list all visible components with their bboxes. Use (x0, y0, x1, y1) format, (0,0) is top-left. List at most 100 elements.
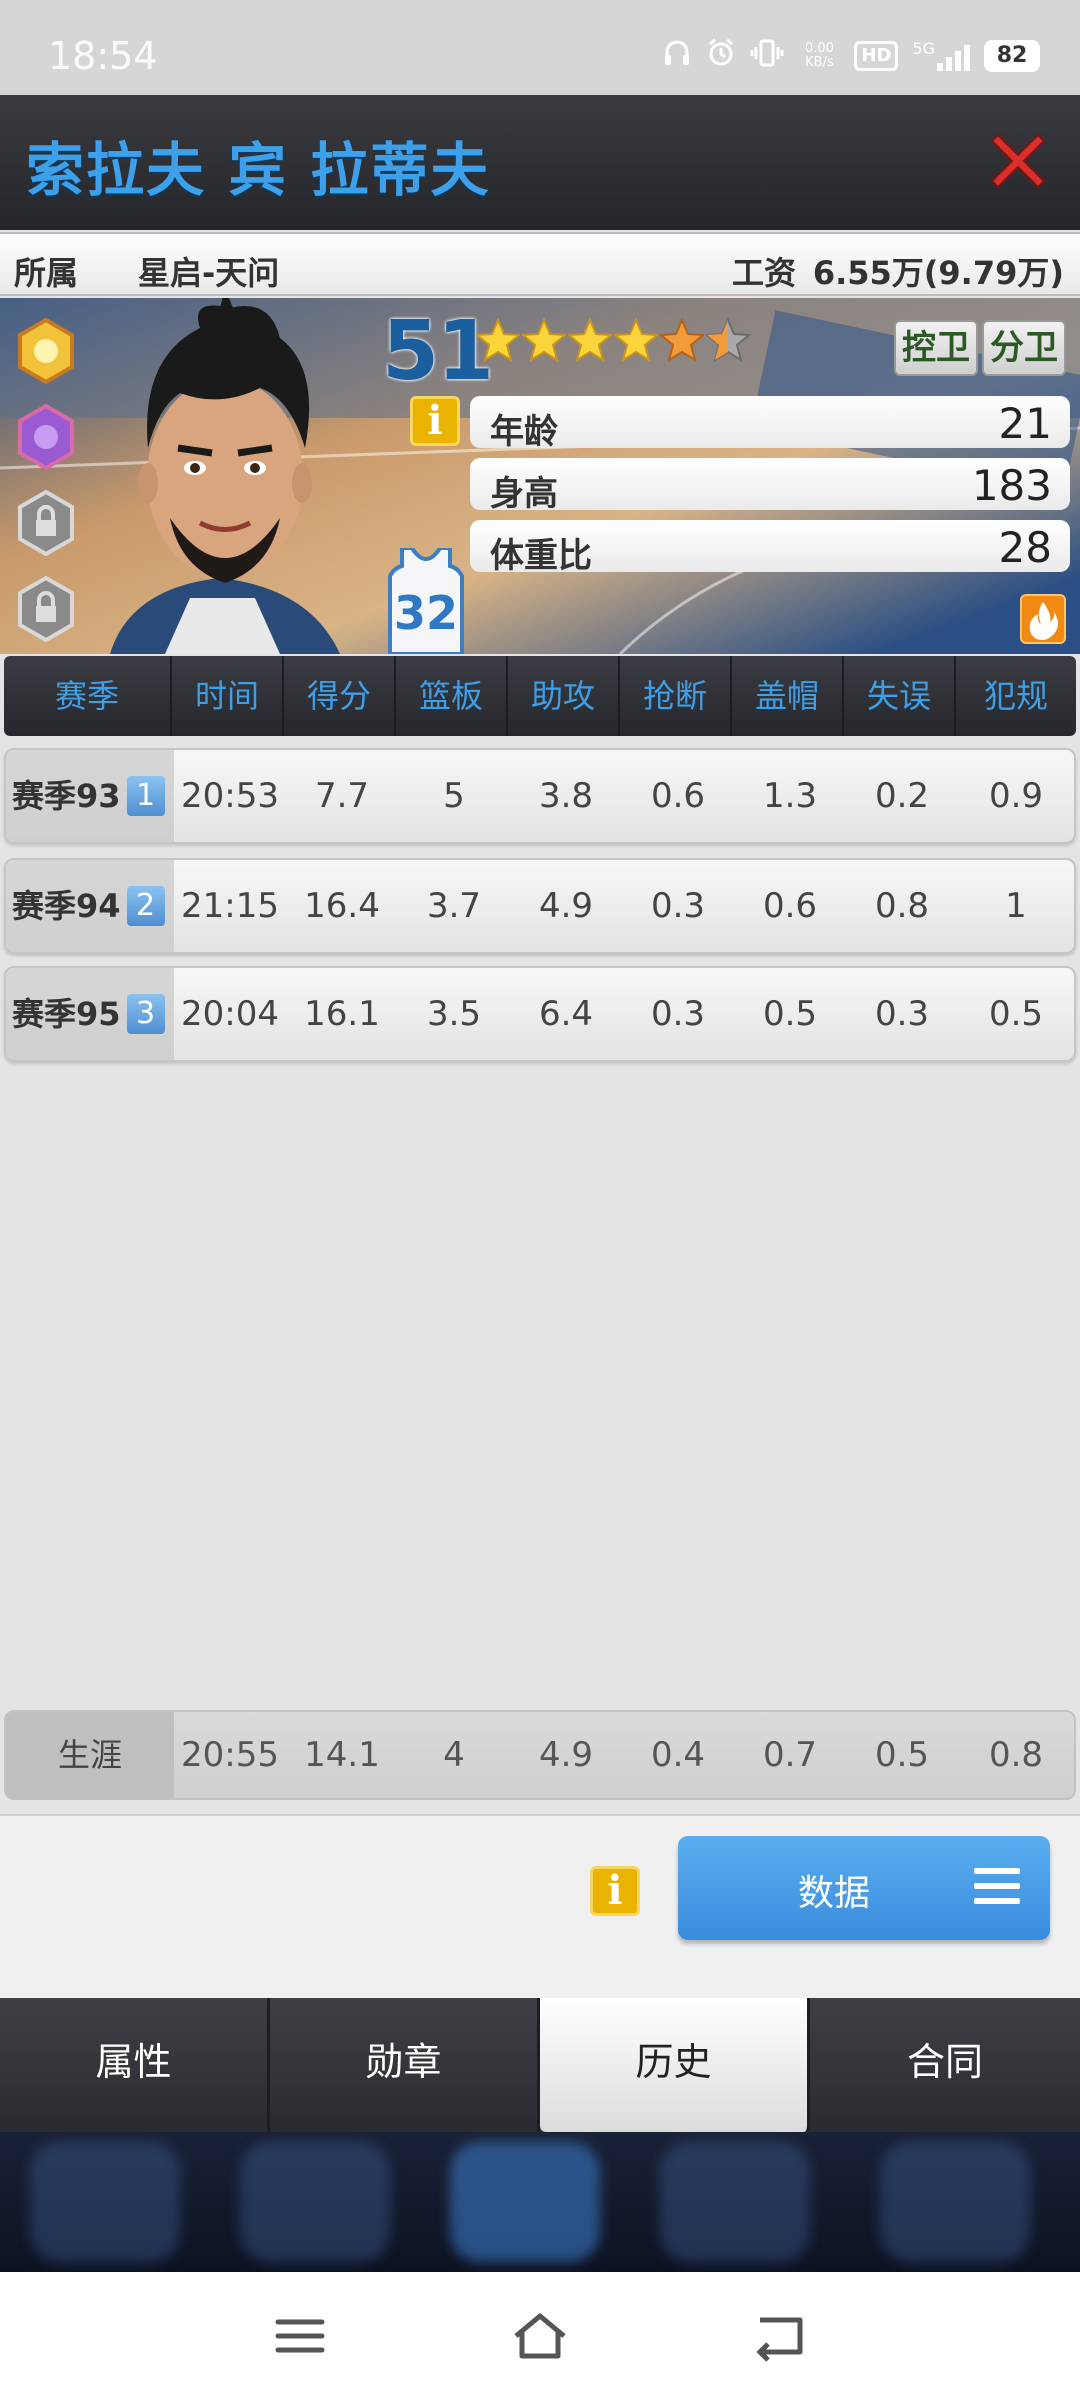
player-name: 索拉夫 宾 拉蒂夫 (26, 136, 491, 204)
stat-cell: 0.8 (874, 886, 930, 926)
star-icon (476, 318, 520, 362)
salary-label: 工资 (732, 254, 797, 292)
jersey-number: 32 (393, 586, 458, 640)
stat-cell: 7.7 (314, 776, 370, 816)
star-rating (476, 318, 750, 362)
star-icon (614, 318, 658, 362)
career-stat: 20:55 (181, 1735, 279, 1775)
stat-cell: 0.3 (650, 886, 706, 926)
close-button[interactable] (982, 125, 1054, 197)
badge-locked-icon[interactable] (16, 576, 76, 642)
tab-history[interactable]: 历史 (540, 1998, 810, 2132)
season-row[interactable]: 赛季93 1 20:53 7.7 5 3.8 0.6 1.3 0.2 0.9 (4, 748, 1076, 844)
stat-cell: 1 (1005, 886, 1027, 926)
info-icon[interactable]: i (410, 396, 460, 446)
attribute-height: 身高 183 (470, 458, 1070, 514)
tab-contract[interactable]: 合同 (810, 1998, 1080, 2132)
column-header[interactable]: 助攻 (508, 656, 620, 736)
headphones-icon (662, 38, 692, 74)
season-row[interactable]: 赛季95 3 20:04 16.1 3.5 6.4 0.3 0.5 0.3 0.5 (4, 966, 1076, 1062)
status-time: 18:54 (48, 34, 158, 78)
data-button[interactable]: 数据 (678, 1836, 1050, 1940)
stat-cell: 0.5 (762, 994, 818, 1034)
tab-medals[interactable]: 勋章 (270, 1998, 540, 2132)
status-icons: 0.00 KB/s HD 5G 82 (662, 38, 1040, 74)
attribute-value: 28 (998, 523, 1052, 572)
rank-badge: 3 (126, 994, 165, 1034)
stat-cell: 0.3 (650, 994, 706, 1034)
vibrate-icon (750, 38, 784, 74)
column-header[interactable]: 时间 (172, 656, 284, 736)
attribute-label: 年龄 (490, 412, 558, 452)
column-header[interactable]: 抢断 (620, 656, 732, 736)
badge-locked-icon[interactable] (16, 490, 76, 556)
season-row[interactable]: 赛季94 2 21:15 16.4 3.7 4.9 0.3 0.6 0.8 1 (4, 858, 1076, 954)
position-badge-sg: 分卫 (982, 320, 1066, 376)
rank-badge: 1 (126, 776, 165, 816)
attribute-age: 年龄 21 (470, 396, 1070, 452)
player-card: 51 控卫 分卫 i 年龄 21 身高 183 体重比 28 32 (0, 298, 1080, 654)
stats-header: 赛季 时间 得分 篮板 助攻 抢断 盖帽 失误 犯规 (4, 656, 1076, 736)
rank-badge: 2 (126, 886, 165, 926)
star-icon (568, 318, 612, 362)
badge-gold-icon[interactable] (16, 318, 76, 384)
alarm-icon (706, 38, 736, 74)
column-header[interactable]: 犯规 (956, 656, 1076, 736)
close-icon (990, 133, 1046, 189)
column-header[interactable]: 篮板 (396, 656, 508, 736)
badge-purple-icon[interactable] (16, 404, 76, 470)
season-label: 赛季95 (12, 995, 121, 1033)
attribute-label: 身高 (490, 474, 558, 514)
stat-cell: 20:53 (181, 776, 279, 816)
player-avatar (110, 298, 340, 654)
column-header[interactable]: 得分 (284, 656, 396, 736)
season-cell: 赛季94 2 (6, 860, 174, 952)
status-bar: 18:54 0.00 KB/s HD 5G 82 (0, 0, 1080, 95)
background-menu-blur (0, 2132, 1080, 2272)
season-label: 赛季93 (12, 777, 121, 815)
column-header[interactable]: 赛季 (4, 656, 172, 736)
column-header[interactable]: 失误 (844, 656, 956, 736)
stat-cell: 0.2 (874, 776, 930, 816)
stat-cell: 16.4 (304, 886, 380, 926)
career-stat: 0.7 (762, 1735, 818, 1775)
team-value: 星启-天问 (138, 254, 280, 292)
jersey-icon: 32 (388, 546, 464, 654)
stat-cell: 4.9 (538, 886, 594, 926)
system-nav-bar (0, 2272, 1080, 2400)
data-button-label: 数据 (798, 1873, 871, 1914)
career-stat: 0.8 (988, 1735, 1044, 1775)
stat-cell: 0.6 (762, 886, 818, 926)
stat-cell: 20:04 (181, 994, 279, 1034)
attribute-weight-ratio: 体重比 28 (470, 520, 1070, 576)
stat-cell: 0.6 (650, 776, 706, 816)
career-label: 生涯 (6, 1712, 174, 1798)
star-icon (522, 318, 566, 362)
stat-cell: 0.5 (988, 994, 1044, 1034)
attribute-value: 21 (998, 399, 1052, 448)
season-cell: 赛季95 3 (6, 968, 174, 1060)
career-stat: 14.1 (304, 1735, 380, 1775)
column-header[interactable]: 盖帽 (732, 656, 844, 736)
recents-icon[interactable] (270, 2308, 330, 2364)
menu-icon (974, 1868, 1020, 1908)
star-half-icon (706, 318, 750, 362)
stat-cell: 3.5 (426, 994, 482, 1034)
position-badge-pg: 控卫 (894, 320, 978, 376)
team-salary-row: 所属 星启-天问 工资 6.55万(9.79万) (0, 232, 1080, 296)
home-icon[interactable] (510, 2308, 570, 2364)
hd-badge: HD (854, 41, 899, 71)
stat-cell: 3.7 (426, 886, 482, 926)
back-icon[interactable] (750, 2308, 810, 2364)
fire-icon[interactable] (1020, 594, 1066, 644)
attribute-label: 体重比 (490, 536, 592, 576)
season-cell: 赛季93 1 (6, 750, 174, 842)
network-type: 5G (912, 39, 935, 58)
stat-cell: 3.8 (538, 776, 594, 816)
stats-info-icon[interactable]: i (590, 1866, 640, 1916)
career-stat: 0.5 (874, 1735, 930, 1775)
signal-icon: 5G (912, 41, 970, 71)
title-bar: 索拉夫 宾 拉蒂夫 (0, 95, 1080, 230)
stat-cell: 1.3 (762, 776, 818, 816)
tab-attributes[interactable]: 属性 (0, 1998, 270, 2132)
